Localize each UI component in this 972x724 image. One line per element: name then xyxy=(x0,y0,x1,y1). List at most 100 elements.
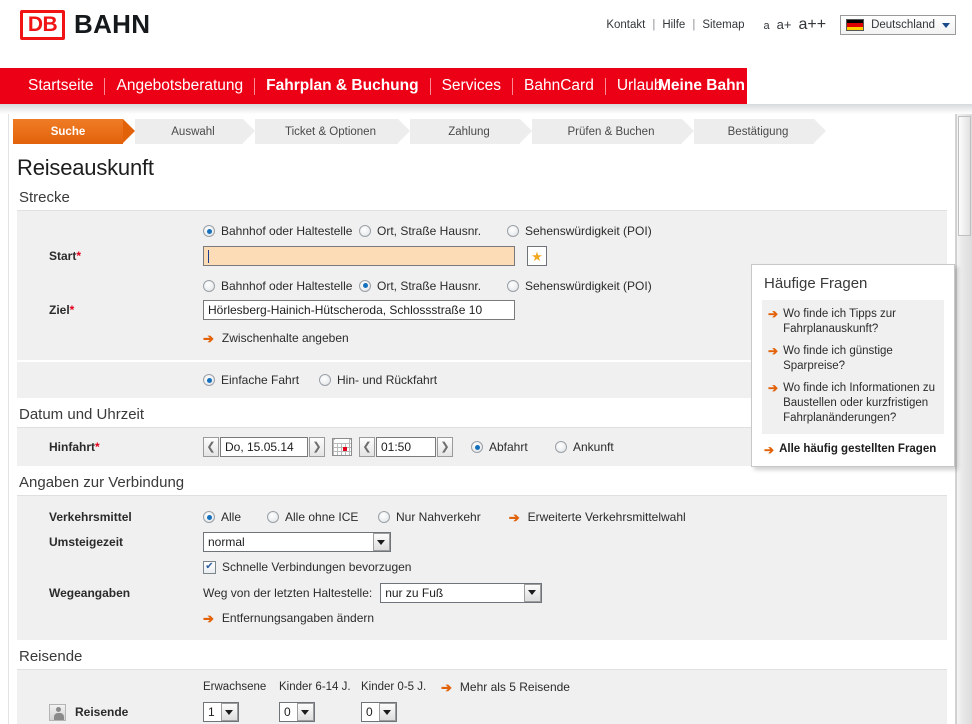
mehr-reisende-label: Mehr als 5 Reisende xyxy=(459,680,570,694)
radio-label: Bahnhof oder Haltestelle xyxy=(221,224,353,238)
db-logo-text: DB xyxy=(27,13,58,36)
column-header-erwachsene: Erwachsene xyxy=(203,681,267,693)
date-input[interactable]: Do, 15.05.14 xyxy=(220,437,308,457)
date-next-button[interactable]: ❯ xyxy=(309,437,325,457)
hinfahrt-label: Hinfahrt* xyxy=(17,440,203,454)
trip-type-einfache-fahrt[interactable]: Einfache Fahrt xyxy=(203,373,313,387)
radio-indicator xyxy=(507,225,519,237)
start-favorites-button[interactable]: ★ xyxy=(527,246,547,266)
umsteigezeit-select[interactable]: normal xyxy=(203,532,391,552)
time-input[interactable]: 01:50 xyxy=(376,437,436,457)
kinder-0-5-select[interactable]: 0 xyxy=(361,702,397,722)
start-input[interactable] xyxy=(203,246,515,266)
wizard-step-bestaetigung[interactable]: Bestätigung xyxy=(694,119,826,144)
ziel-radio-poi[interactable]: Sehenswürdigkeit (POI) xyxy=(507,279,652,293)
zwischenhalte-link[interactable]: ➔ Zwischenhalte angeben xyxy=(203,331,349,345)
faq-item-tipps[interactable]: ➔ Wo finde ich Tipps zur Fahrplanauskunf… xyxy=(768,307,938,337)
wizard-step-suche[interactable]: Suche xyxy=(13,119,135,144)
section-title-strecke: Strecke xyxy=(19,189,70,206)
faq-all-questions-link[interactable]: ➔ Alle häufig gestellten Fragen xyxy=(764,443,944,457)
page-scrollbar[interactable] xyxy=(956,114,972,724)
faq-item-label: Wo finde ich Tipps zur Fahrplanauskunft? xyxy=(783,308,896,335)
verkehrsmittel-radio-alle[interactable]: Alle xyxy=(203,510,261,524)
weg-value: nur zu Fuß xyxy=(385,585,444,600)
nav-item-bahncard[interactable]: BahnCard xyxy=(513,77,605,95)
entfernung-link-label: Entfernungsangaben ändern xyxy=(221,611,375,625)
db-bahn-logo[interactable]: DB BAHN xyxy=(20,9,150,40)
font-size-normal-button[interactable]: a xyxy=(764,20,770,32)
star-icon: ★ xyxy=(531,248,543,264)
arrow-right-icon: ➔ xyxy=(203,610,214,626)
wizard-step-zahlung[interactable]: Zahlung xyxy=(410,119,532,144)
radio-indicator xyxy=(203,374,215,386)
verbindung-panel: Verkehrsmittel Alle Alle ohne ICE Nur Na… xyxy=(17,495,947,640)
arrow-right-icon: ➔ xyxy=(203,330,214,346)
direction-radio-abfahrt[interactable]: Abfahrt xyxy=(471,440,549,454)
start-radio-poi[interactable]: Sehenswürdigkeit (POI) xyxy=(507,224,652,238)
faq-item-sparpreise[interactable]: ➔ Wo finde ich günstige Sparpreise? xyxy=(768,344,938,374)
nav-item-meine-bahn[interactable]: Meine Bahn xyxy=(658,77,745,95)
zwischenhalte-link-label: Zwischenhalte angeben xyxy=(221,331,349,345)
mehr-reisende-link[interactable]: ➔ Mehr als 5 Reisende xyxy=(441,680,570,694)
erweiterte-verkehrsmittelwahl-link[interactable]: ➔ Erweiterte Verkehrsmittelwahl xyxy=(509,510,686,524)
entfernungsangaben-link[interactable]: ➔ Entfernungsangaben ändern xyxy=(203,611,374,625)
page-header: DB BAHN Kontakt | Hilfe | Sitemap a a+ a… xyxy=(0,0,972,68)
verkehrsmittel-radio-nahverkehr[interactable]: Nur Nahverkehr xyxy=(378,510,481,524)
arrow-right-icon: ➔ xyxy=(768,344,779,358)
verkehrsmittel-radio-ohne-ice[interactable]: Alle ohne ICE xyxy=(267,510,372,524)
wizard-step-ticket[interactable]: Ticket & Optionen xyxy=(255,119,410,144)
meta-link-hilfe[interactable]: Hilfe xyxy=(655,19,692,31)
nav-item-services[interactable]: Services xyxy=(431,77,512,95)
ziel-radio-ort[interactable]: Ort, Straße Hausnr. xyxy=(359,279,501,293)
verkehrsmittel-radio-group: Alle Alle ohne ICE Nur Nahverkehr ➔ Erwe… xyxy=(203,510,686,524)
direction-radio-ankunft[interactable]: Ankunft xyxy=(555,440,614,454)
german-flag-icon xyxy=(846,19,865,31)
nav-item-startseite[interactable]: Startseite xyxy=(17,77,104,95)
faq-item-baustellen[interactable]: ➔ Wo finde ich Informationen zu Baustell… xyxy=(768,381,938,426)
faq-all-label: Alle häufig gestellten Fragen xyxy=(779,443,937,455)
chevron-down-icon xyxy=(378,703,396,721)
schnelle-verbindungen-checkbox[interactable]: Schnelle Verbindungen bevorzugen xyxy=(203,560,411,574)
erwachsene-select[interactable]: 1 xyxy=(203,702,239,722)
radio-label: Nur Nahverkehr xyxy=(396,510,481,524)
date-prev-button[interactable]: ❮ xyxy=(203,437,219,457)
meta-link-kontakt[interactable]: Kontakt xyxy=(599,19,652,31)
time-prev-button[interactable]: ❮ xyxy=(359,437,375,457)
radio-indicator xyxy=(471,441,483,453)
required-marker: * xyxy=(95,440,100,454)
nav-item-angebotsberatung[interactable]: Angebotsberatung xyxy=(105,77,254,95)
direction-radio-group: Abfahrt Ankunft xyxy=(471,440,620,454)
scrollbar-thumb[interactable] xyxy=(958,116,971,236)
verkehrsmittel-label: Verkehrsmittel xyxy=(49,510,132,524)
kinder-6-14-select[interactable]: 0 xyxy=(279,702,315,722)
ziel-radio-bahnhof[interactable]: Bahnhof oder Haltestelle xyxy=(203,279,353,293)
calendar-icon-button[interactable] xyxy=(332,438,352,456)
time-next-button[interactable]: ❯ xyxy=(437,437,453,457)
checkbox-label: Schnelle Verbindungen bevorzugen xyxy=(222,560,412,574)
language-selector[interactable]: Deutschland xyxy=(840,15,956,35)
weg-select[interactable]: nur zu Fuß xyxy=(380,582,543,603)
wizard-step-auswahl[interactable]: Auswahl xyxy=(135,119,255,144)
nav-right-filler xyxy=(747,68,972,104)
nav-item-fahrplan-buchung[interactable]: Fahrplan & Buchung xyxy=(255,77,429,95)
ziel-input[interactable]: Hörlesberg-Hainich-Hütscheroda, Schlosss… xyxy=(203,300,515,320)
wegeangaben-label: Wegeangaben xyxy=(49,585,131,600)
radio-label: Alle xyxy=(221,510,242,524)
content-shell: Suche Auswahl Ticket & Optionen Zahlung … xyxy=(0,114,972,724)
person-icon xyxy=(49,703,66,721)
brand-name: BAHN xyxy=(74,9,151,39)
meta-navigation: Kontakt | Hilfe | Sitemap a a+ a++ Deuts… xyxy=(599,15,956,35)
start-radio-bahnhof[interactable]: Bahnhof oder Haltestelle xyxy=(203,224,353,238)
font-size-large-button[interactable]: a+ xyxy=(777,17,792,32)
reisende-panel: Erwachsene Kinder 6-14 J. Kinder 0-5 J. … xyxy=(17,669,947,724)
font-size-xlarge-button[interactable]: a++ xyxy=(798,16,826,34)
page-title: Reiseauskunft xyxy=(17,155,154,180)
start-radio-ort[interactable]: Ort, Straße Hausnr. xyxy=(359,224,501,238)
wizard-step-pruefen[interactable]: Prüfen & Buchen xyxy=(532,119,694,144)
reisende-label-text: Reisende xyxy=(75,705,129,719)
meta-link-sitemap[interactable]: Sitemap xyxy=(695,19,751,31)
faq-list: ➔ Wo finde ich Tipps zur Fahrplanauskunf… xyxy=(762,300,944,434)
trip-type-hin-rueckfahrt[interactable]: Hin- und Rückfahrt xyxy=(319,373,437,387)
arrow-right-icon: ➔ xyxy=(441,679,452,695)
erweitert-link-label: Erweiterte Verkehrsmittelwahl xyxy=(527,510,686,524)
